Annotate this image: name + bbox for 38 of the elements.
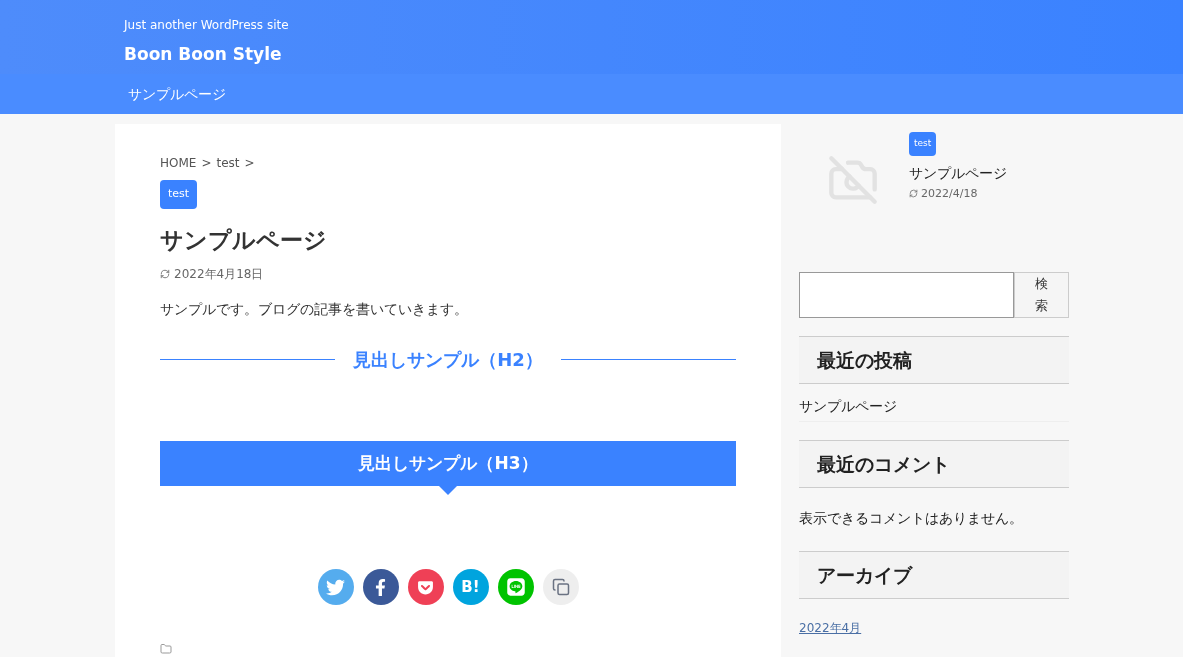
article-body: サンプルです。ブログの記事を書いていきます。: [160, 300, 469, 319]
category-tag[interactable]: test: [909, 132, 937, 156]
article-date: 2022年4月18日: [174, 266, 264, 283]
archive-link[interactable]: 2022年4月: [799, 619, 862, 637]
breadcrumb-link[interactable]: HOME: [160, 154, 197, 172]
article-title: サンプルページ: [160, 225, 328, 255]
updated-icon: [160, 269, 170, 279]
copy-icon: [551, 578, 570, 596]
featured-post-title[interactable]: サンプルページ: [909, 162, 1007, 184]
widget-heading: アーカイブ: [799, 551, 1069, 599]
nav-link[interactable]: サンプルページ: [128, 83, 226, 105]
widget-heading: 最近のコメント: [799, 440, 1069, 488]
folder-icon: [160, 643, 172, 655]
pocket-icon: [417, 578, 434, 596]
updated-icon: [909, 189, 918, 199]
site-tagline: Just another WordPress site: [124, 17, 290, 34]
h2-heading: 見出しサンプル（H2）: [353, 348, 543, 372]
breadcrumb-link[interactable]: test: [216, 154, 240, 172]
heading-pointer: [439, 486, 457, 495]
copy-button[interactable]: [542, 569, 579, 605]
facebook-share-button[interactable]: [362, 569, 399, 605]
featured-post-date: 2022/4/18: [921, 185, 978, 202]
h3-heading: 見出しサンプル（H3）: [160, 441, 736, 486]
bird-icon: [326, 577, 345, 597]
speech-bubble-icon: [505, 577, 526, 597]
twitter-share-button[interactable]: [317, 569, 354, 605]
hatena-share-button[interactable]: B!: [452, 569, 489, 605]
category-tag[interactable]: test: [160, 180, 198, 209]
search-field[interactable]: [799, 272, 1014, 318]
pocket-share-button[interactable]: [407, 569, 444, 605]
widget-heading: 最近の投稿: [799, 336, 1069, 384]
no-comments-text: 表示できるコメントはありません。: [799, 509, 1024, 528]
search-button[interactable]: 検索: [1014, 272, 1069, 318]
breadcrumb-separator: >: [244, 155, 255, 172]
breadcrumb-separator: >: [201, 155, 212, 172]
recent-post-link[interactable]: サンプルページ: [799, 392, 1069, 422]
site-title[interactable]: Boon Boon Style: [124, 42, 1183, 68]
line-share-button[interactable]: [497, 569, 534, 605]
